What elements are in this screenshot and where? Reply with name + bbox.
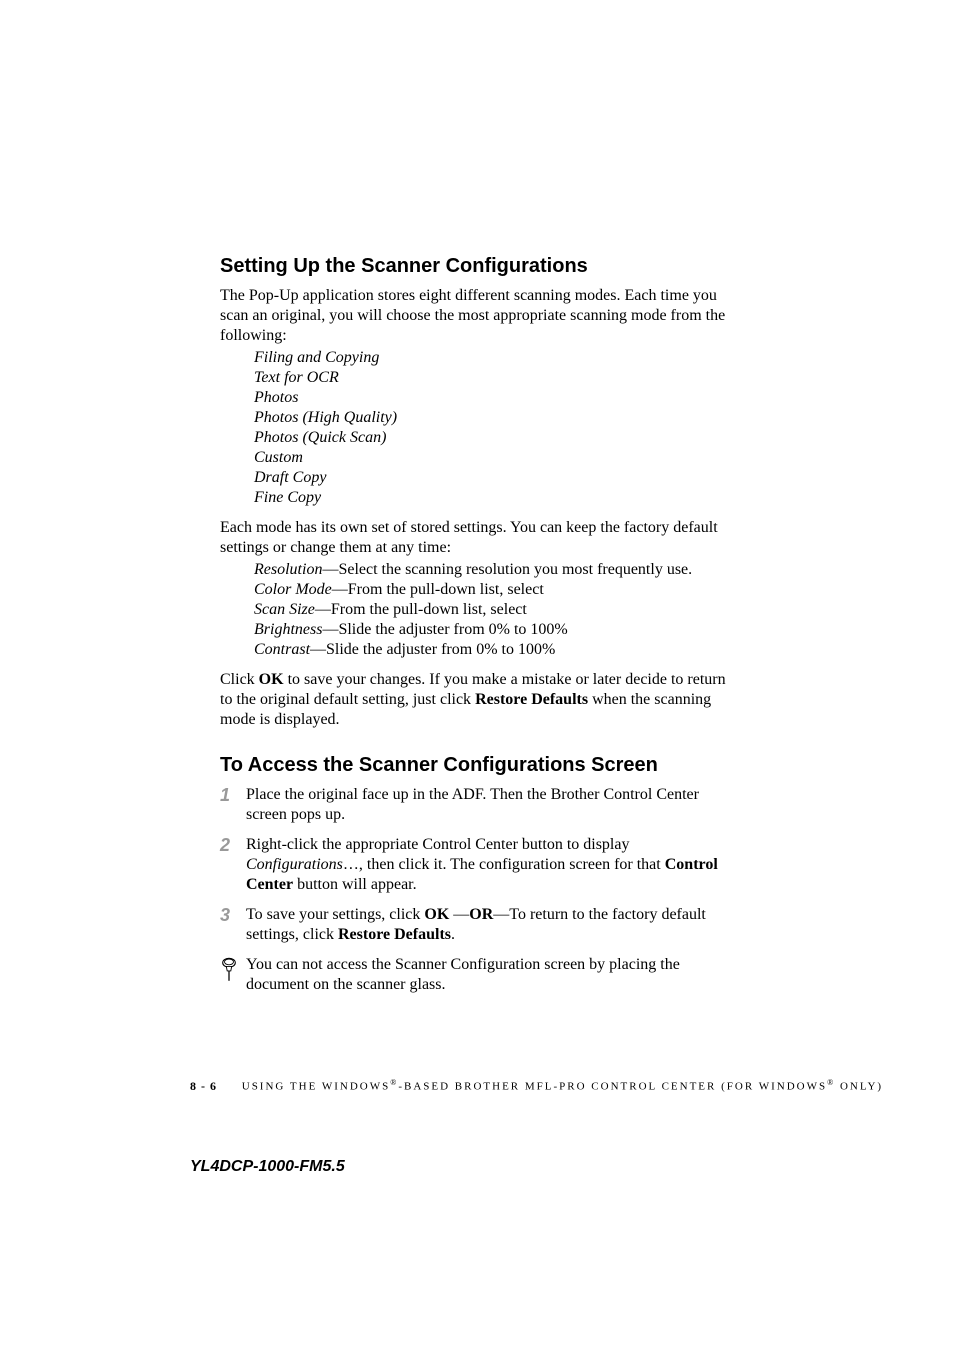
setting-item: Brightness—Slide the adjuster from 0% to… <box>254 620 734 640</box>
text: Click <box>220 671 259 688</box>
step-text: Right-click the appropriate Control Cent… <box>246 835 734 895</box>
configurations-label: Configurations <box>246 856 343 873</box>
setting-desc: —Slide the adjuster from 0% to 100% <box>310 641 555 658</box>
mode-item: Custom <box>254 448 734 468</box>
text: To save your settings, click <box>246 906 424 923</box>
note-block: You can not access the Scanner Configura… <box>220 955 734 995</box>
setting-desc: —Select the scanning resolution you most… <box>322 561 692 578</box>
ok-label: OK <box>424 906 449 923</box>
mode-item: Photos (Quick Scan) <box>254 428 734 448</box>
note-text: You can not access the Scanner Configura… <box>246 955 734 995</box>
step-item: 2 Right-click the appropriate Control Ce… <box>220 835 734 895</box>
setting-item: Contrast—Slide the adjuster from 0% to 1… <box>254 640 734 660</box>
save-paragraph: Click OK to save your changes. If you ma… <box>220 670 734 730</box>
text: button will appear. <box>293 876 417 893</box>
heading-setup-scanner: Setting Up the Scanner Configurations <box>220 255 734 278</box>
step-item: 1 Place the original face up in the ADF.… <box>220 785 734 825</box>
page-content: Setting Up the Scanner Configurations Th… <box>0 0 954 995</box>
page-footer: 8 - 6 USING THE WINDOWS ®-BASED BROTHER M… <box>190 1078 883 1094</box>
text: — <box>449 906 469 923</box>
step-number: 3 <box>220 905 246 927</box>
setting-term: Color Mode <box>254 581 332 598</box>
text: …, then click it. The configuration scre… <box>343 856 665 873</box>
mode-item: Photos (High Quality) <box>254 408 734 428</box>
setting-term: Resolution <box>254 561 322 578</box>
step-number: 2 <box>220 835 246 857</box>
ok-label: OK <box>259 671 284 688</box>
step-item: 3 To save your settings, click OK —OR—To… <box>220 905 734 945</box>
heading-access-scanner: To Access the Scanner Configurations Scr… <box>220 754 734 777</box>
mode-item: Draft Copy <box>254 468 734 488</box>
mode-item: Fine Copy <box>254 488 734 508</box>
scan-modes-list: Filing and Copying Text for OCR Photos P… <box>254 348 734 508</box>
settings-list: Resolution—Select the scanning resolutio… <box>254 560 734 660</box>
setting-term: Contrast <box>254 641 310 658</box>
setting-item: Color Mode—From the pull-down list, sele… <box>254 580 734 600</box>
setting-desc: —Slide the adjuster from 0% to 100% <box>322 621 567 638</box>
registered-symbol: ® <box>827 1078 835 1087</box>
setting-item: Resolution—Select the scanning resolutio… <box>254 560 734 580</box>
or-label: OR <box>469 906 493 923</box>
mode-item: Photos <box>254 388 734 408</box>
footer-text: -BASED BROTHER MFL-PRO CONTROL CENTER (F… <box>398 1081 827 1093</box>
restore-defaults-label: Restore Defaults <box>338 926 451 943</box>
mode-item: Text for OCR <box>254 368 734 388</box>
setting-term: Scan Size <box>254 601 315 618</box>
intro-paragraph: The Pop-Up application stores eight diff… <box>220 286 734 346</box>
steps-list: 1 Place the original face up in the ADF.… <box>220 785 734 945</box>
setting-item: Scan Size—From the pull-down list, selec… <box>254 600 734 620</box>
mode-item: Filing and Copying <box>254 348 734 368</box>
step-text: Place the original face up in the ADF. T… <box>246 785 734 825</box>
step-number: 1 <box>220 785 246 807</box>
restore-defaults-label: Restore Defaults <box>475 691 588 708</box>
setting-desc: —From the pull-down list, select <box>332 581 544 598</box>
footer-text: USING THE WINDOWS <box>242 1081 390 1093</box>
text: . <box>451 926 455 943</box>
step-text: To save your settings, click OK —OR—To r… <box>246 905 734 945</box>
document-id: YL4DCP-1000-FM5.5 <box>190 1158 345 1176</box>
text: Right-click the appropriate Control Cent… <box>246 836 629 853</box>
setting-term: Brightness <box>254 621 322 638</box>
settings-intro: Each mode has its own set of stored sett… <box>220 518 734 558</box>
footer-text: ONLY) <box>835 1081 883 1093</box>
page-number: 8 - 6 <box>190 1079 217 1093</box>
setting-desc: —From the pull-down list, select <box>315 601 527 618</box>
pushpin-icon <box>220 957 242 988</box>
